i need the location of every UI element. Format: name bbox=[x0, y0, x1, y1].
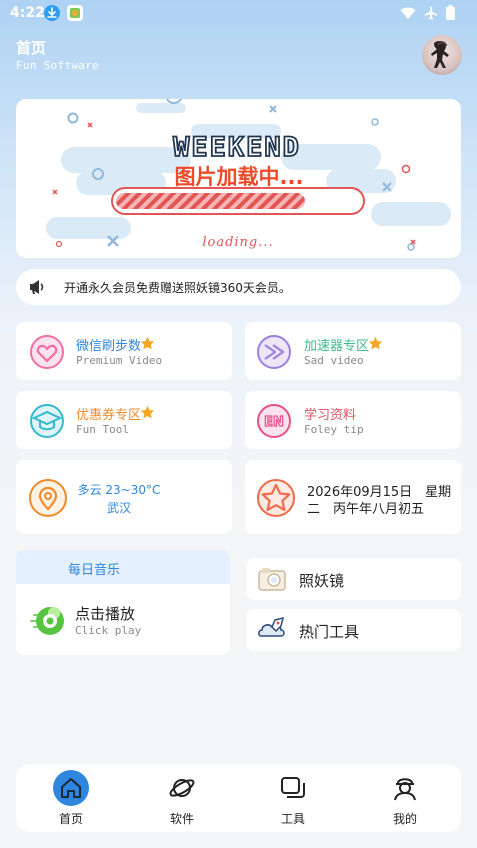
tile-subtitle: Fun Tool bbox=[76, 423, 129, 436]
tile-subtitle: Sad video bbox=[304, 354, 364, 367]
star-icon bbox=[140, 336, 155, 355]
music-disc-icon[interactable] bbox=[28, 603, 68, 643]
banner-loading-caption: loading... bbox=[202, 235, 273, 250]
nav-label: 工具 bbox=[280, 812, 305, 826]
weather-condition: 多云 23~30°C bbox=[77, 483, 161, 497]
tile-title: 学习资料 bbox=[304, 408, 357, 423]
en-icon: EN bbox=[256, 403, 292, 443]
tile-subtitle: Foley tip bbox=[304, 423, 364, 436]
nav-home[interactable]: 首页 bbox=[41, 768, 101, 828]
nav-software[interactable]: 软件 bbox=[152, 768, 212, 828]
svg-text:EN: EN bbox=[264, 415, 284, 430]
tile-subtitle: Premium Video bbox=[76, 354, 163, 367]
location-pin-icon bbox=[28, 478, 68, 522]
music-header-bar bbox=[16, 550, 230, 584]
date-line-2: 二 丙午年八月初五 bbox=[307, 502, 425, 517]
nav-label: 软件 bbox=[169, 812, 194, 826]
planet-icon bbox=[168, 774, 196, 806]
notice-text: 开通永久会员免费赠送照妖镜360天会员。 bbox=[64, 281, 291, 295]
weather-city: 武汉 bbox=[106, 501, 131, 515]
download-app-icon bbox=[44, 5, 60, 21]
home-icon bbox=[53, 770, 89, 806]
heart-icon bbox=[29, 334, 65, 374]
tile-title: 加速器专区 bbox=[304, 339, 370, 354]
music-subtitle: Click play bbox=[75, 624, 142, 637]
star-icon bbox=[368, 336, 383, 355]
graduation-cap-icon bbox=[29, 403, 65, 443]
megaphone-icon bbox=[28, 279, 46, 299]
music-header: 每日音乐 bbox=[68, 563, 121, 578]
tool-mirror-label: 照妖镜 bbox=[299, 572, 345, 590]
tool-hot-label: 热门工具 bbox=[299, 623, 360, 641]
status-icons bbox=[400, 5, 455, 20]
status-time: 4:22 bbox=[10, 5, 45, 21]
star-icon bbox=[140, 405, 155, 424]
speed-icon bbox=[256, 334, 292, 374]
star-badge-icon bbox=[256, 478, 296, 522]
battery-icon bbox=[446, 5, 455, 20]
nav-mine[interactable]: 我的 bbox=[375, 768, 435, 828]
tile-title: 微信刷步数 bbox=[76, 339, 142, 354]
banner-loading-text: 图片加载中... bbox=[175, 165, 304, 189]
page-subtitle: Fun Software bbox=[16, 59, 100, 72]
wifi-icon bbox=[400, 6, 416, 19]
profile-icon bbox=[391, 774, 419, 806]
banner-progress-fill bbox=[116, 193, 305, 209]
banner[interactable]: WEEKEND 图片加载中... loading... bbox=[16, 99, 461, 258]
airplane-icon bbox=[425, 6, 437, 19]
nav-label: 首页 bbox=[58, 812, 83, 826]
banner-illustration: WEEKEND 图片加载中... loading... bbox=[46, 99, 451, 251]
camera-icon bbox=[258, 566, 286, 596]
gallery-app-icon bbox=[67, 5, 83, 21]
tools-icon bbox=[279, 774, 307, 806]
banner-headline: WEEKEND bbox=[173, 132, 301, 163]
page-title: 首页 bbox=[16, 39, 47, 57]
rocket-cloud-icon bbox=[257, 616, 287, 648]
nav-tools[interactable]: 工具 bbox=[263, 768, 323, 828]
nav-label: 我的 bbox=[392, 812, 417, 826]
music-title: 点击播放 bbox=[75, 605, 136, 623]
user-avatar[interactable] bbox=[422, 35, 462, 75]
tile-title: 优惠券专区 bbox=[76, 408, 142, 423]
